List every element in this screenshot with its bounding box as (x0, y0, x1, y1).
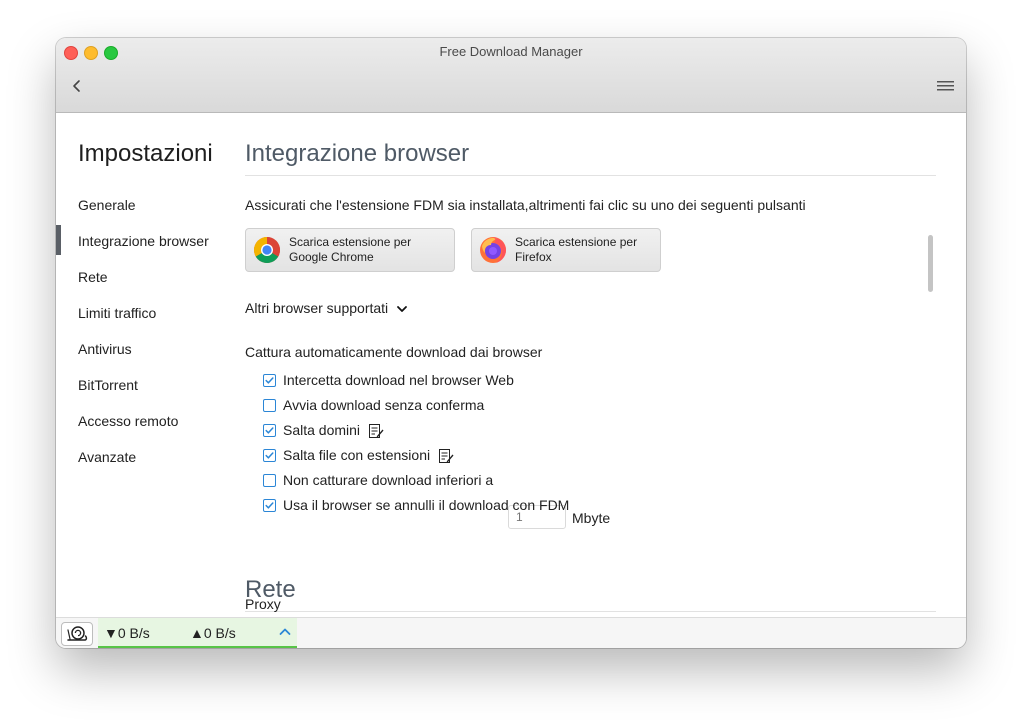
checkmark-icon (265, 502, 274, 509)
edit-list-icon[interactable] (368, 423, 384, 439)
skip-domains-checkbox[interactable] (263, 424, 276, 437)
use-browser-on-cancel-label: Usa il browser se annulli il download co… (283, 497, 570, 513)
sidebar-item-accesso-remoto[interactable]: Accesso remoto (78, 413, 178, 429)
upload-speed: ▲0 B/s (190, 625, 236, 641)
sidebar-item-rete[interactable]: Rete (78, 269, 108, 285)
other-browsers-toggle[interactable]: Altri browser supportati (245, 300, 408, 316)
speed-mode-button[interactable] (61, 622, 93, 646)
chevron-up-icon (279, 628, 291, 635)
min-size-checkbox[interactable] (263, 474, 276, 487)
firefox-icon (480, 237, 506, 263)
start-without-confirm-label: Avvia download senza conferma (283, 397, 485, 413)
other-browsers-label: Altri browser supportati (245, 300, 389, 316)
sidebar-item-integrazione-browser[interactable]: Integrazione browser (78, 233, 209, 249)
sidebar-title: Impostazioni (78, 140, 213, 167)
settings-content: Integrazione browser Assicurati che l'es… (245, 113, 945, 617)
content-scrollbar[interactable] (928, 235, 933, 292)
firefox-button-line1: Scarica estensione per (515, 235, 638, 249)
edit-list-icon[interactable] (438, 448, 454, 464)
section-divider (245, 611, 936, 612)
app-window: Free Download Manager Impostazioni Gener… (56, 38, 966, 648)
chrome-button-label: Scarica estensione per Google Chrome (289, 235, 411, 265)
speed-panel: ▼0 B/s ▲0 B/s (98, 618, 297, 648)
chevron-left-icon (73, 80, 80, 92)
checkmark-icon (265, 452, 274, 459)
extension-intro-text: Assicurati che l'estensione FDM sia inst… (245, 197, 806, 213)
intercept-downloads-checkbox[interactable] (263, 374, 276, 387)
capture-heading: Cattura automaticamente download dai bro… (245, 344, 543, 360)
sidebar-item-avanzate[interactable]: Avanzate (78, 449, 136, 465)
chrome-icon (253, 237, 281, 264)
intercept-downloads-label: Intercetta download nel browser Web (283, 372, 514, 388)
skip-domains-text: Salta domini (283, 422, 384, 439)
status-bar: ▼0 B/s ▲0 B/s (56, 617, 966, 648)
firefox-button-line2: Firefox (515, 250, 552, 264)
download-speed: ▼0 B/s (104, 625, 150, 641)
title-bar: Free Download Manager (56, 38, 966, 113)
checkmark-icon (265, 427, 274, 434)
checkmark-icon (265, 377, 274, 384)
sidebar-item-generale[interactable]: Generale (78, 197, 136, 213)
snail-icon (67, 626, 88, 641)
chrome-button-line1: Scarica estensione per (289, 235, 412, 249)
firefox-extension-button[interactable]: Scarica estensione per Firefox (471, 228, 661, 272)
use-browser-on-cancel-checkbox[interactable] (263, 499, 276, 512)
browser-section-title: Integrazione browser (245, 140, 470, 167)
back-button[interactable] (68, 76, 86, 96)
skip-extensions-checkbox[interactable] (263, 449, 276, 462)
skip-domains-label: Salta domini (283, 422, 361, 438)
start-without-confirm-checkbox[interactable] (263, 399, 276, 412)
firefox-button-label: Scarica estensione per Firefox (515, 235, 637, 265)
skip-extensions-label: Salta file con estensioni (283, 447, 431, 463)
sidebar-item-limiti-traffico[interactable]: Limiti traffico (78, 305, 156, 321)
chevron-down-icon (397, 306, 407, 313)
skip-extensions-text: Salta file con estensioni (283, 447, 454, 464)
settings-sidebar: Impostazioni Generale Integrazione brows… (56, 113, 236, 613)
sidebar-item-bittorrent[interactable]: BitTorrent (78, 377, 138, 393)
chrome-extension-button[interactable]: Scarica estensione per Google Chrome (245, 228, 455, 272)
sidebar-item-antivirus[interactable]: Antivirus (78, 341, 132, 357)
window-title: Free Download Manager (439, 44, 583, 59)
min-size-label: Non catturare download inferiori a (283, 472, 494, 488)
active-item-indicator (56, 225, 61, 255)
chrome-button-line2: Google Chrome (289, 250, 374, 264)
section-divider (245, 175, 936, 176)
min-size-unit: Mbyte (572, 510, 611, 526)
proxy-label: Proxy (245, 596, 281, 612)
hamburger-menu-icon (937, 81, 954, 91)
expand-speed-button[interactable] (278, 625, 292, 639)
main-menu-button[interactable] (936, 78, 956, 94)
